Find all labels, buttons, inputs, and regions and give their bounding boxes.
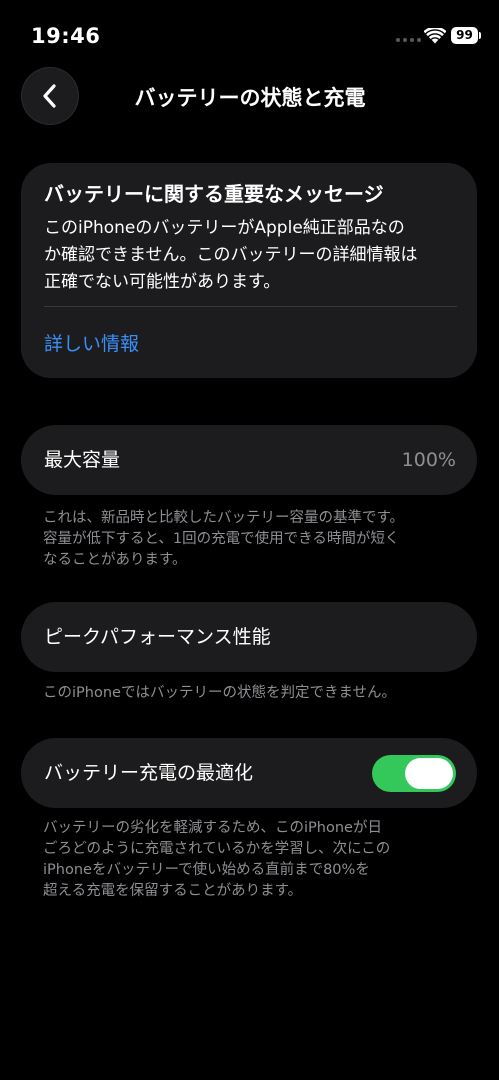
peak-performance-footnote: このiPhoneではバッテリーの状態を判定できません。	[43, 685, 397, 701]
message-title: バッテリーに関する重要なメッセージ	[44, 182, 384, 206]
battery-message-card: バッテリーに関する重要なメッセージ このiPhoneのバッテリーがApple純正…	[21, 163, 477, 378]
optimized-charging-footnote: バッテリーの劣化を軽減するため、このiPhoneが日 ごろどのように充電されてい…	[43, 820, 391, 899]
wifi-icon	[424, 28, 446, 44]
chevron-left-icon	[43, 84, 56, 108]
maximum-capacity-value: 100%	[401, 449, 456, 471]
signal-dots-icon	[396, 38, 421, 42]
optimized-charging-label: バッテリー充電の最適化	[44, 762, 254, 784]
peak-performance-row: ピークパフォーマンス性能	[21, 602, 477, 672]
battery-level: 99	[451, 27, 478, 44]
battery-icon: 99	[451, 27, 483, 44]
status-time: 19:46	[31, 24, 101, 48]
status-bar: 19:46 99	[0, 0, 499, 70]
divider	[44, 306, 457, 307]
peak-performance-label: ピークパフォーマンス性能	[44, 626, 271, 648]
back-button[interactable]	[21, 67, 79, 125]
optimized-charging-row: バッテリー充電の最適化	[21, 738, 477, 808]
maximum-capacity-label: 最大容量	[44, 449, 121, 471]
optimized-charging-toggle[interactable]	[372, 755, 456, 792]
page-title: バッテリーの状態と充電	[134, 86, 366, 110]
maximum-capacity-footnote: これは、新品時と比較したバッテリー容量の基準です。 容量が低下すると、1回の充電…	[43, 510, 405, 568]
learn-more-link[interactable]: 詳しい情報	[44, 329, 139, 356]
message-body: このiPhoneのバッテリーがApple純正部品なの か確認できません。このバッ…	[44, 218, 418, 292]
maximum-capacity-row: 最大容量 100%	[21, 425, 477, 495]
toggle-knob	[405, 758, 453, 789]
